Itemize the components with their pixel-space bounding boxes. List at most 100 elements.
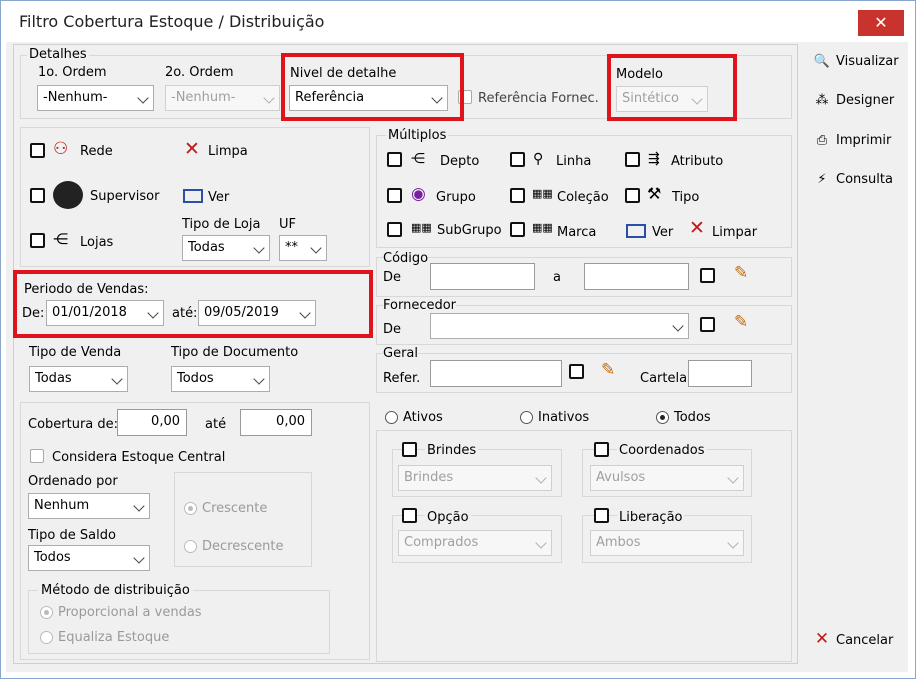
depto-label: Depto xyxy=(440,154,480,169)
uf-value: ** xyxy=(285,240,298,255)
uf-select[interactable]: ** xyxy=(279,235,327,261)
window-title: Filtro Cobertura Estoque / Distribuição xyxy=(19,12,325,31)
codigo-de-input[interactable] xyxy=(430,263,535,290)
ativos-radio[interactable] xyxy=(385,411,398,424)
refer-checkbox[interactable] xyxy=(569,364,584,379)
liberacao-checkbox[interactable] xyxy=(594,508,609,523)
cobertura-ate-input[interactable]: 0,00 xyxy=(240,409,312,436)
fornecedor-select[interactable] xyxy=(430,313,689,339)
nivel-value: Referência xyxy=(295,90,365,105)
nivel-select[interactable]: Referência xyxy=(289,85,448,111)
subgrupo-checkbox[interactable] xyxy=(387,222,402,237)
cancelar-button[interactable]: ✕ Cancelar xyxy=(812,629,893,649)
clear-x-icon[interactable]: ✕ xyxy=(689,219,705,238)
codigo-label: Código xyxy=(383,251,429,266)
colecao-checkbox[interactable] xyxy=(510,188,525,203)
window-view-icon[interactable] xyxy=(626,224,646,238)
metodo-label: Método de distribuição xyxy=(38,583,193,598)
decrescente-radio[interactable] xyxy=(184,540,197,553)
cartela-input[interactable] xyxy=(688,360,752,387)
marca-label: Marca xyxy=(557,225,597,240)
visualizar-button[interactable]: 🔍 Visualizar xyxy=(812,54,899,69)
modelo-select[interactable]: Sintético xyxy=(616,86,708,112)
opcao-select[interactable]: Comprados xyxy=(398,530,552,556)
depto-checkbox[interactable] xyxy=(387,152,402,167)
ordem2-select[interactable]: -Nenhum- xyxy=(165,85,280,111)
nivel-label: Nivel de detalhe xyxy=(290,66,397,81)
opcao-checkbox[interactable] xyxy=(402,508,417,523)
refer-input[interactable] xyxy=(430,360,562,387)
tipo-loja-label: Tipo de Loja xyxy=(182,217,261,232)
chevron-down-icon xyxy=(535,537,547,549)
clear-x-icon[interactable]: ✕ xyxy=(184,140,200,159)
rede-label: Rede xyxy=(80,144,113,159)
brindes-value: Brindes xyxy=(404,470,454,485)
tipo-doc-select[interactable]: Todos xyxy=(171,366,270,392)
window-view-icon[interactable] xyxy=(183,189,203,203)
visualizar-label: Visualizar xyxy=(836,54,899,69)
crescente-radio[interactable] xyxy=(184,502,197,515)
fornecedor-de-label: De xyxy=(383,322,402,337)
detalhes-label: Detalhes xyxy=(27,47,89,62)
de-date-select[interactable]: 01/01/2018 xyxy=(46,300,164,326)
equaliza-radio[interactable] xyxy=(40,631,53,644)
grid-icon: ▦▦ xyxy=(532,221,553,234)
codigo-checkbox[interactable] xyxy=(700,268,715,283)
chevron-down-icon xyxy=(133,500,145,512)
tipo-saldo-select[interactable]: Todos xyxy=(28,545,150,571)
considera-checkbox[interactable] xyxy=(30,449,44,463)
tipo-venda-select[interactable]: Todas xyxy=(29,366,128,392)
tipo-saldo-label: Tipo de Saldo xyxy=(28,528,116,543)
lojas-checkbox[interactable] xyxy=(30,233,45,248)
ordem1-select[interactable]: -Nenhum- xyxy=(37,85,154,111)
designer-button[interactable]: ⁂ Designer xyxy=(812,93,895,108)
ate-date-select[interactable]: 09/05/2019 xyxy=(198,300,316,326)
proporcional-radio[interactable] xyxy=(40,606,53,619)
consulta-button[interactable]: ⚡ Consulta xyxy=(812,172,893,187)
ref-fornec-checkbox[interactable] xyxy=(458,90,472,104)
chevron-down-icon xyxy=(111,373,123,385)
inativos-label: Inativos xyxy=(538,410,590,425)
supervisor-checkbox[interactable] xyxy=(30,188,45,203)
todos-radio[interactable] xyxy=(656,411,669,424)
coordenados-select[interactable]: Avulsos xyxy=(590,465,744,491)
crescente-label: Crescente xyxy=(202,501,268,516)
multiplos-ver-label[interactable]: Ver xyxy=(652,225,673,240)
supervisor-label: Supervisor xyxy=(90,189,160,204)
group-icon: ◉ xyxy=(411,184,426,204)
limpa-label[interactable]: Limpa xyxy=(208,144,248,159)
edit-list-icon[interactable]: ✎ xyxy=(734,265,748,282)
codigo-a-input[interactable] xyxy=(584,263,689,290)
grid-icon: ▦▦ xyxy=(411,221,432,234)
ver-label[interactable]: Ver xyxy=(208,190,229,205)
edit-list-icon[interactable]: ✎ xyxy=(734,314,748,331)
liberacao-select[interactable]: Ambos xyxy=(590,530,744,556)
ordenado-select[interactable]: Nenhum xyxy=(28,493,150,519)
rede-checkbox[interactable] xyxy=(30,143,45,158)
brindes-label: Brindes xyxy=(425,443,479,458)
linha-checkbox[interactable] xyxy=(510,152,525,167)
brindes-checkbox[interactable] xyxy=(402,442,417,457)
limpar-label[interactable]: Limpar xyxy=(712,225,757,240)
grupo-checkbox[interactable] xyxy=(387,188,402,203)
coordenados-checkbox[interactable] xyxy=(594,442,609,457)
close-button[interactable]: ✕ xyxy=(858,10,904,36)
tipo-checkbox[interactable] xyxy=(625,188,640,203)
close-icon: ✕ xyxy=(874,13,888,32)
tipo-doc-value: Todos xyxy=(177,371,214,386)
tipo-loja-select[interactable]: Todas xyxy=(182,235,270,261)
brindes-select[interactable]: Brindes xyxy=(398,465,552,491)
lojas-label: Lojas xyxy=(80,235,114,250)
inativos-radio[interactable] xyxy=(520,411,533,424)
designer-label: Designer xyxy=(836,93,895,108)
imprimir-label: Imprimir xyxy=(836,133,892,148)
edit-list-icon[interactable]: ✎ xyxy=(601,362,615,379)
opcao-value: Comprados xyxy=(404,535,479,550)
marca-checkbox[interactable] xyxy=(510,222,525,237)
cobertura-de-input[interactable]: 0,00 xyxy=(117,409,187,436)
modelo-value: Sintético xyxy=(622,91,680,106)
fornecedor-checkbox[interactable] xyxy=(700,317,715,332)
ordem1-label: 1o. Ordem xyxy=(38,65,107,80)
atributo-checkbox[interactable] xyxy=(625,152,640,167)
imprimir-button[interactable]: ⎙ Imprimir xyxy=(812,133,892,148)
